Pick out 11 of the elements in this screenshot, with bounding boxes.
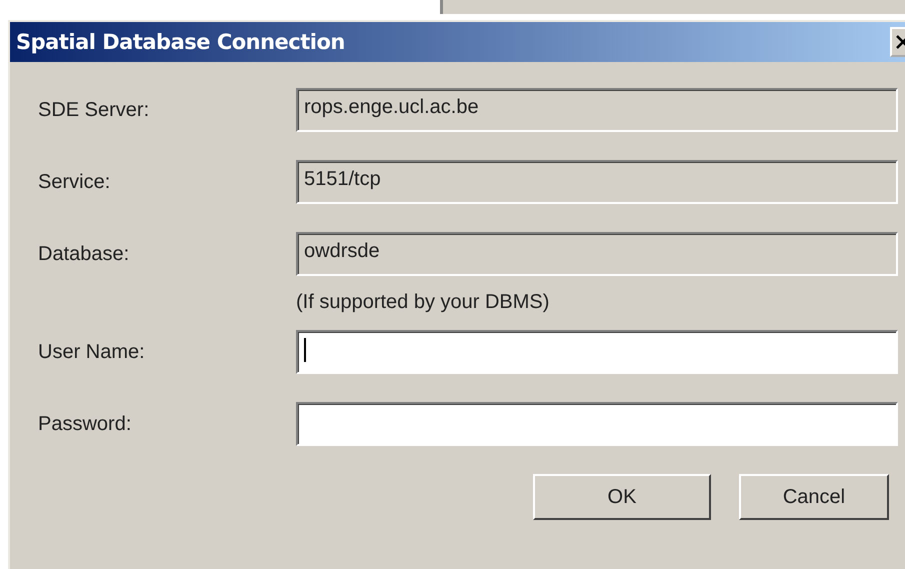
window-title: Spatial Database Connection bbox=[15, 30, 345, 54]
field-label: SDE Server: bbox=[38, 98, 150, 122]
field-label: Password: bbox=[38, 412, 132, 436]
cancel-button[interactable]: Cancel bbox=[739, 474, 889, 520]
ok-button[interactable]: OK bbox=[533, 474, 711, 520]
field-label: User Name: bbox=[38, 340, 146, 364]
field-label: Database: bbox=[38, 242, 130, 266]
field-label: Service: bbox=[38, 170, 112, 194]
input-field[interactable] bbox=[296, 402, 898, 446]
hint-text: (If supported by your DBMS) bbox=[296, 290, 550, 314]
input-field[interactable] bbox=[296, 330, 898, 374]
